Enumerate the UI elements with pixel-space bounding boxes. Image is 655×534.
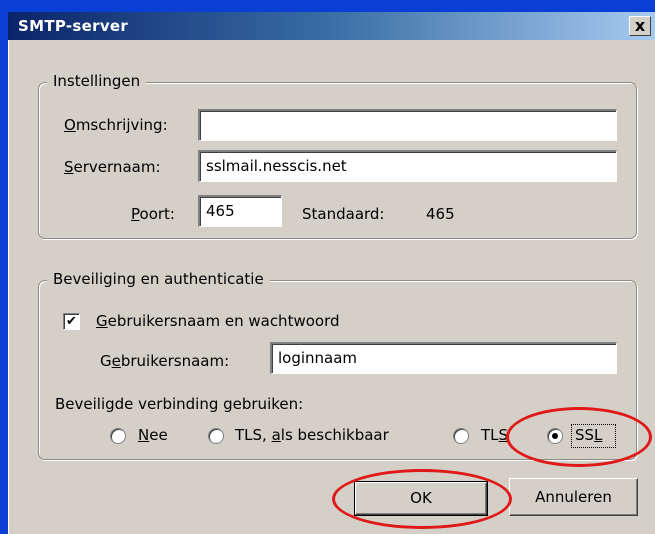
radio-none-label[interactable]: Nee bbox=[138, 426, 168, 444]
port-field[interactable]: 465 bbox=[198, 195, 282, 227]
settings-legend: Instellingen bbox=[47, 72, 147, 90]
radio-tls[interactable] bbox=[453, 428, 469, 444]
username-field[interactable]: loginnaam bbox=[270, 342, 617, 374]
use-auth-label[interactable]: Gebruikersnaam en wachtwoord bbox=[96, 312, 340, 330]
server-name-label: Servernaam: bbox=[64, 158, 161, 176]
radio-tls-label[interactable]: TLS bbox=[481, 426, 508, 444]
port-label: Poort: bbox=[131, 205, 175, 223]
default-port-label: Standaard: bbox=[302, 205, 385, 223]
username-label: Gebruikersnaam: bbox=[100, 352, 230, 370]
radio-tls-if-available-label[interactable]: TLS, als beschikbaar bbox=[235, 426, 389, 444]
description-label: Omschrijving: bbox=[64, 116, 168, 134]
cancel-button[interactable]: Annuleren bbox=[509, 478, 638, 516]
title-bar[interactable]: SMTP-server x bbox=[8, 12, 655, 40]
annotation-circle-ssl bbox=[506, 407, 652, 467]
annotation-circle-ok bbox=[332, 469, 512, 529]
close-icon[interactable]: x bbox=[629, 16, 651, 36]
window-title: SMTP-server bbox=[18, 17, 129, 35]
default-port-value: 465 bbox=[426, 205, 455, 223]
description-field[interactable] bbox=[198, 109, 617, 141]
server-name-field[interactable]: sslmail.nesscis.net bbox=[198, 150, 617, 182]
security-legend: Beveiliging en authenticatie bbox=[47, 270, 270, 288]
radio-tls-if-available[interactable] bbox=[208, 428, 224, 444]
radio-none[interactable] bbox=[110, 428, 126, 444]
use-auth-checkbox[interactable]: ✔ bbox=[63, 313, 80, 330]
secure-connection-label: Beveiligde verbinding gebruiken: bbox=[55, 395, 304, 413]
